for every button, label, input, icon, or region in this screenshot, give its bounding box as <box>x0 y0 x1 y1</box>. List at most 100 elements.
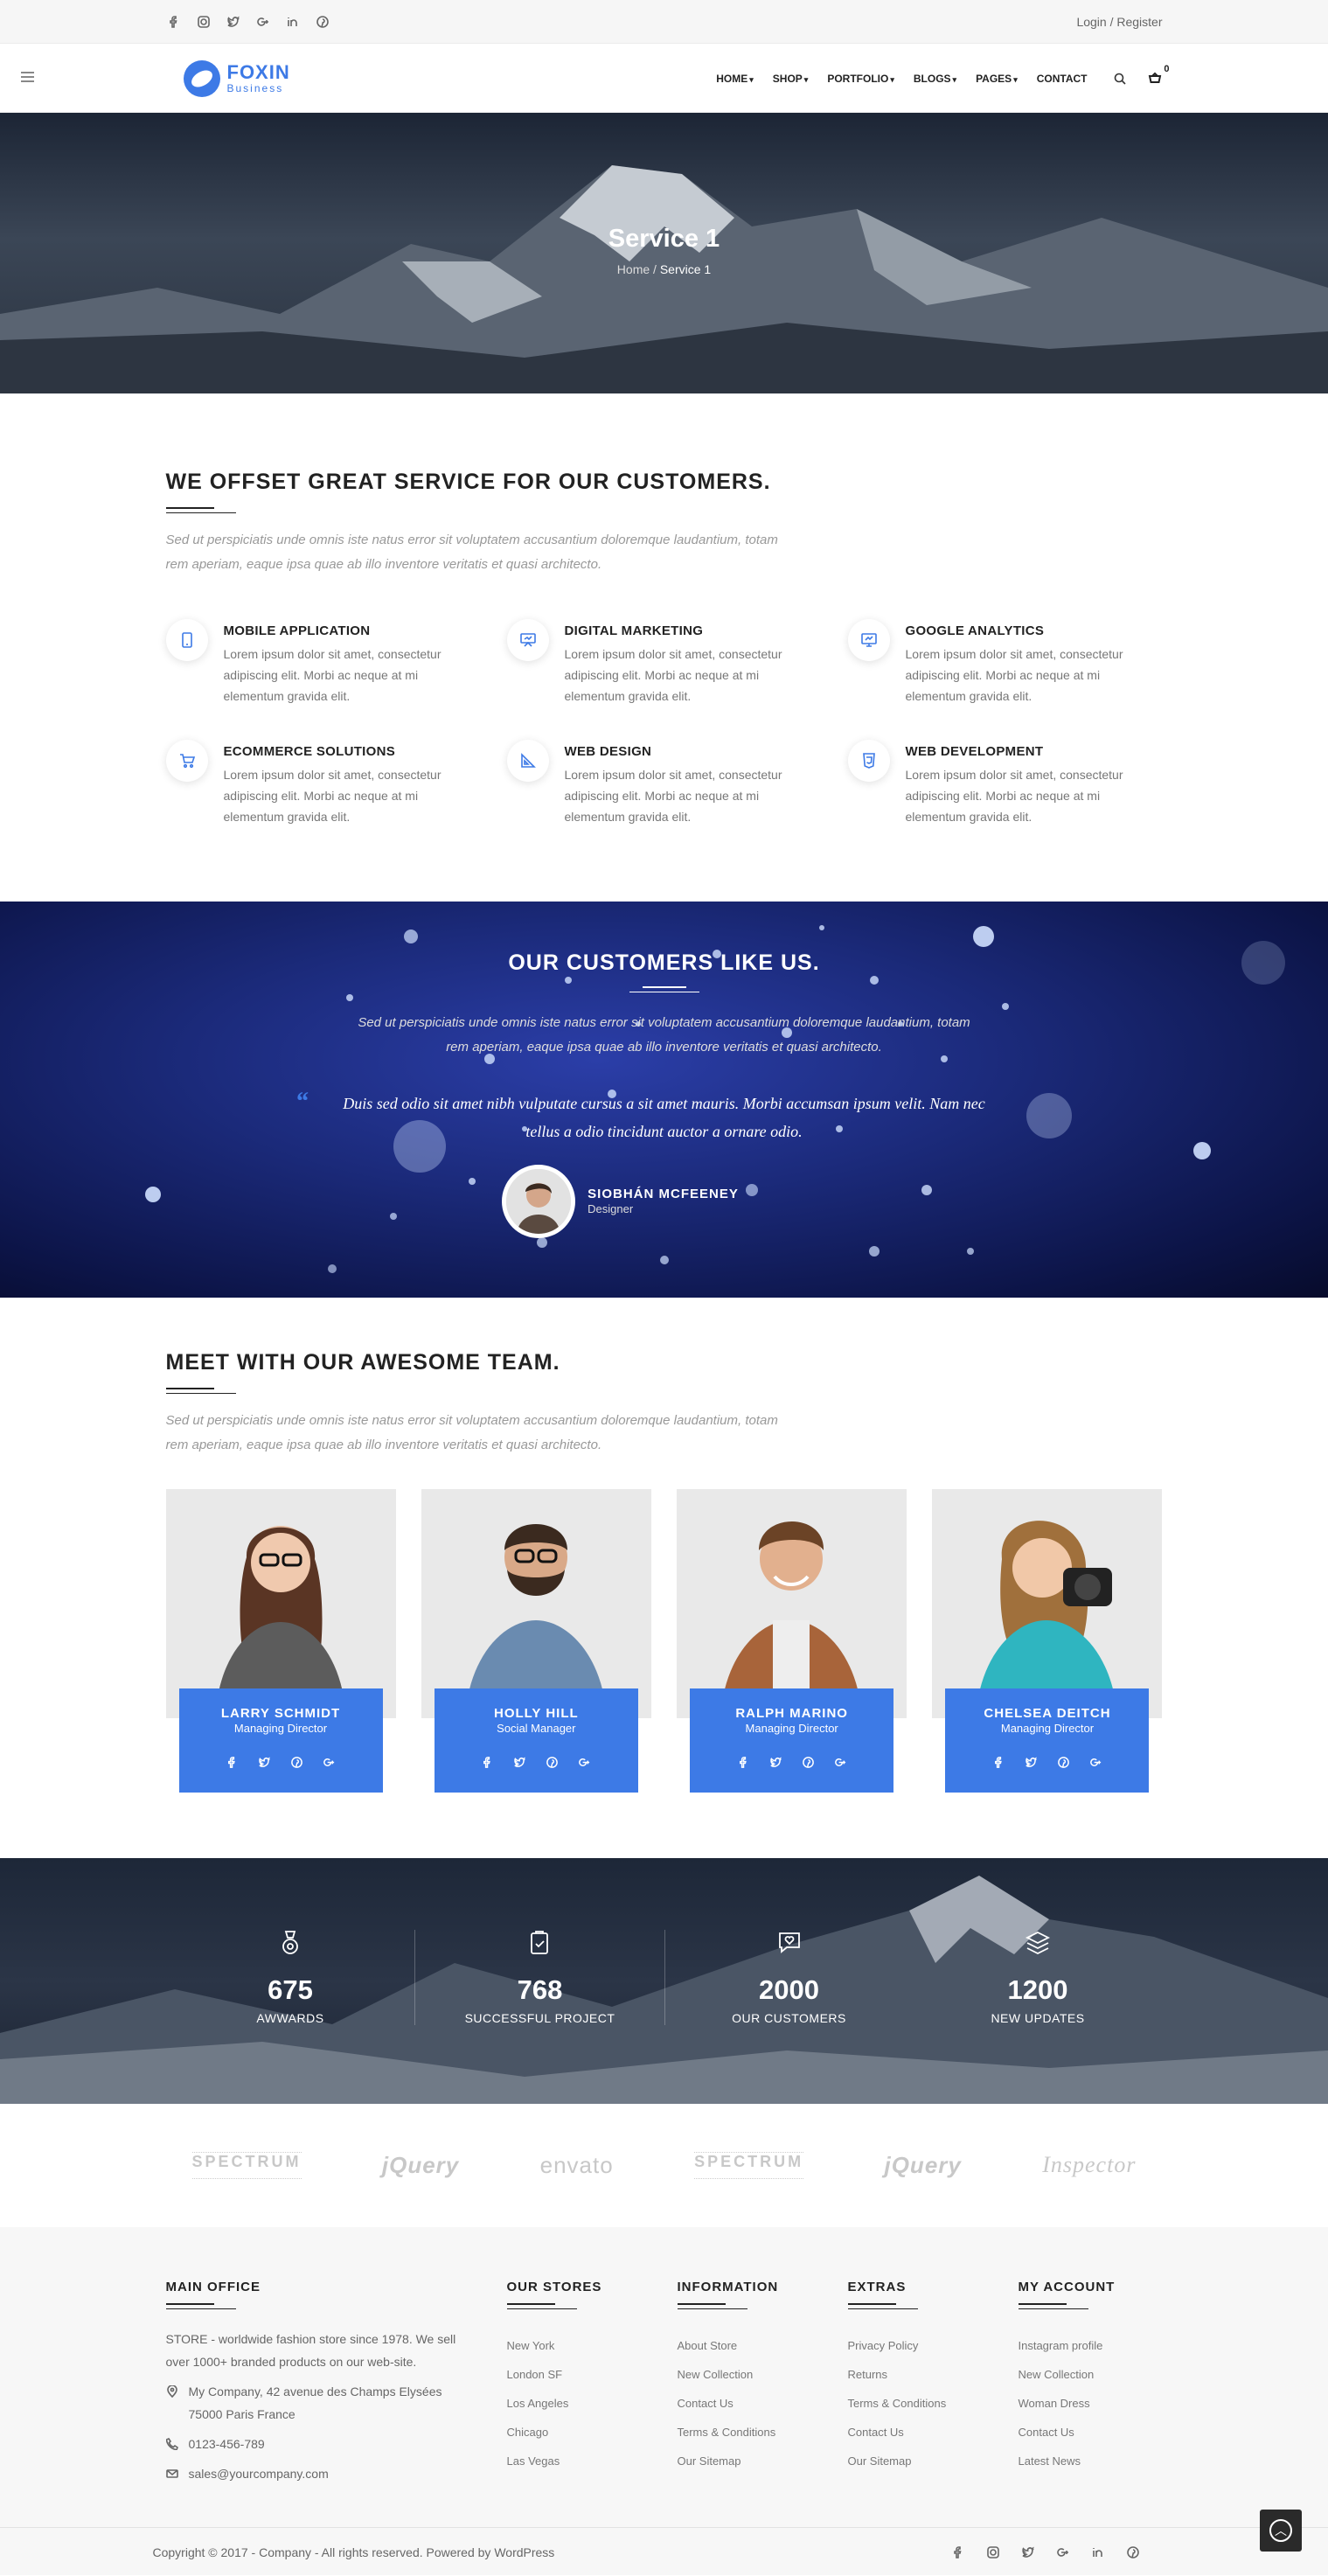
twitter-icon[interactable] <box>258 1756 271 1773</box>
pinterest-icon[interactable] <box>1125 2545 1141 2560</box>
instagram-icon[interactable] <box>196 14 212 30</box>
nav-portfolio[interactable]: PORTFOLIO ▾ <box>827 73 894 85</box>
service-text: Lorem ipsum dolor sit amet, consectetur … <box>905 647 1123 703</box>
nav-contact[interactable]: CONTACT <box>1037 73 1088 85</box>
google-plus-icon[interactable] <box>578 1756 591 1773</box>
office-email[interactable]: sales@yourcompany.com <box>189 2462 329 2485</box>
twitter-icon[interactable] <box>1025 1756 1038 1773</box>
brand-logo[interactable]: envato <box>540 2152 614 2179</box>
footer-link[interactable]: Contact Us <box>1019 2418 1158 2447</box>
pinterest-icon[interactable] <box>290 1756 303 1773</box>
nav-home[interactable]: HOME ▾ <box>716 73 754 85</box>
breadcrumb-home[interactable]: Home <box>617 262 650 276</box>
nav-blogs[interactable]: BLOGS ▾ <box>914 73 956 85</box>
footer-link[interactable]: Terms & Conditions <box>678 2418 848 2447</box>
counter-number: 2000 <box>759 1974 819 2005</box>
footer-link[interactable]: Privacy Policy <box>848 2331 1019 2360</box>
brand-logo[interactable]: SPECTRUM <box>191 2152 302 2179</box>
pinterest-icon[interactable] <box>546 1756 559 1773</box>
footer-link[interactable]: Woman Dress <box>1019 2389 1158 2418</box>
team-photo <box>677 1489 907 1718</box>
team-card: RALPH MARINO Managing Director <box>677 1489 907 1793</box>
social-links-top <box>166 14 330 30</box>
breadcrumb-current: Service 1 <box>659 262 712 276</box>
pinterest-icon[interactable] <box>315 14 330 30</box>
testimonial-title: OUR CUSTOMERS LIKE US. <box>508 950 820 975</box>
linkedin-icon[interactable] <box>1090 2545 1106 2560</box>
twitter-icon[interactable] <box>226 14 241 30</box>
chevron-down-icon: ▾ <box>890 74 894 84</box>
footer-heading: EXTRAS <box>847 2280 907 2294</box>
cart-icon[interactable]: 0 <box>1147 64 1170 87</box>
footer-link[interactable]: Latest News <box>1019 2447 1158 2475</box>
title-underline <box>629 986 699 992</box>
footer-heading: INFORMATION <box>677 2280 779 2294</box>
twitter-icon[interactable] <box>1020 2545 1036 2560</box>
footer-link[interactable]: Los Angeles <box>507 2389 678 2418</box>
nav-shop[interactable]: SHOP ▾ <box>773 73 809 85</box>
footer-link[interactable]: Contact Us <box>678 2389 848 2418</box>
brand-logo[interactable]: jQuery <box>884 2152 961 2179</box>
member-name: RALPH MARINO <box>735 1706 848 1721</box>
brand-logo[interactable]: jQuery <box>382 2152 459 2179</box>
hamburger-menu-icon[interactable] <box>21 72 34 85</box>
pinterest-icon[interactable] <box>1057 1756 1070 1773</box>
facebook-icon[interactable] <box>166 14 182 30</box>
footer-link[interactable]: Returns <box>848 2360 1019 2389</box>
google-plus-icon[interactable] <box>1055 2545 1071 2560</box>
footer-link[interactable]: Our Sitemap <box>678 2447 848 2475</box>
nav-pages[interactable]: PAGES ▾ <box>976 73 1018 85</box>
facebook-icon[interactable] <box>226 1756 239 1773</box>
mobile-icon <box>165 619 208 661</box>
social-links-bottom <box>950 2545 1141 2560</box>
services-subtitle: Sed ut perspiciatis unde omnis iste natu… <box>165 533 778 572</box>
footer-link[interactable]: Our Sitemap <box>848 2447 1019 2475</box>
facebook-icon[interactable] <box>950 2545 966 2560</box>
team-subtitle: Sed ut perspiciatis unde omnis iste natu… <box>165 1413 778 1452</box>
page-hero: Service 1 Home / Service 1 <box>0 113 1328 393</box>
top-bar: Login / Register <box>0 0 1328 44</box>
facebook-icon[interactable] <box>481 1756 494 1773</box>
footer-link[interactable]: New Collection <box>678 2360 848 2389</box>
linkedin-icon[interactable] <box>285 14 301 30</box>
member-name: CHELSEA DEITCH <box>984 1706 1111 1721</box>
clipboard-check-icon <box>531 1931 549 1954</box>
back-to-top-button[interactable]: ︿ <box>1260 2510 1302 2552</box>
footer-link[interactable]: New Collection <box>1019 2360 1158 2389</box>
google-plus-icon[interactable] <box>1089 1756 1102 1773</box>
brand-logo[interactable]: SPECTRUM <box>694 2152 804 2179</box>
login-register-link[interactable]: Login / Register <box>1076 15 1162 29</box>
footer-link[interactable]: Chicago <box>507 2418 678 2447</box>
footer-link[interactable]: Terms & Conditions <box>848 2389 1019 2418</box>
search-icon[interactable] <box>1112 71 1128 87</box>
footer-col-information: INFORMATION About Store New Collection Con… <box>677 2280 848 2485</box>
title-underline <box>165 507 236 513</box>
avatar <box>502 1165 576 1238</box>
cart-count: 0 <box>1164 63 1170 74</box>
footer-link[interactable]: Contact Us <box>848 2418 1019 2447</box>
google-plus-icon[interactable] <box>323 1756 336 1773</box>
footer-link[interactable]: New York <box>507 2331 678 2360</box>
facebook-icon[interactable] <box>992 1756 1005 1773</box>
instagram-icon[interactable] <box>985 2545 1001 2560</box>
team-title: MEET WITH OUR AWESOME TEAM. <box>165 1350 560 1375</box>
pinterest-icon[interactable] <box>802 1756 815 1773</box>
counter-number: 768 <box>517 1974 563 2005</box>
team-card: LARRY SCHMIDT Managing Director <box>165 1489 396 1793</box>
service-text: Lorem ipsum dolor sit amet, consectetur … <box>223 768 442 824</box>
presentation-icon <box>506 619 549 661</box>
team-photo <box>932 1489 1163 1718</box>
google-plus-icon[interactable] <box>255 14 271 30</box>
footer-link[interactable]: About Store <box>678 2331 848 2360</box>
facebook-icon[interactable] <box>737 1756 750 1773</box>
twitter-icon[interactable] <box>769 1756 782 1773</box>
footer-link[interactable]: London SF <box>507 2360 678 2389</box>
twitter-icon[interactable] <box>513 1756 526 1773</box>
counter-number: 1200 <box>1007 1974 1068 2005</box>
site-logo[interactable]: FOXIN Business <box>183 59 290 97</box>
counter-label: SUCCESSFUL PROJECT <box>464 2011 615 2025</box>
footer-link[interactable]: Las Vegas <box>507 2447 678 2475</box>
brand-logo[interactable]: Inspector <box>1042 2152 1136 2179</box>
footer-link[interactable]: Instagram profile <box>1019 2331 1158 2360</box>
google-plus-icon[interactable] <box>834 1756 847 1773</box>
